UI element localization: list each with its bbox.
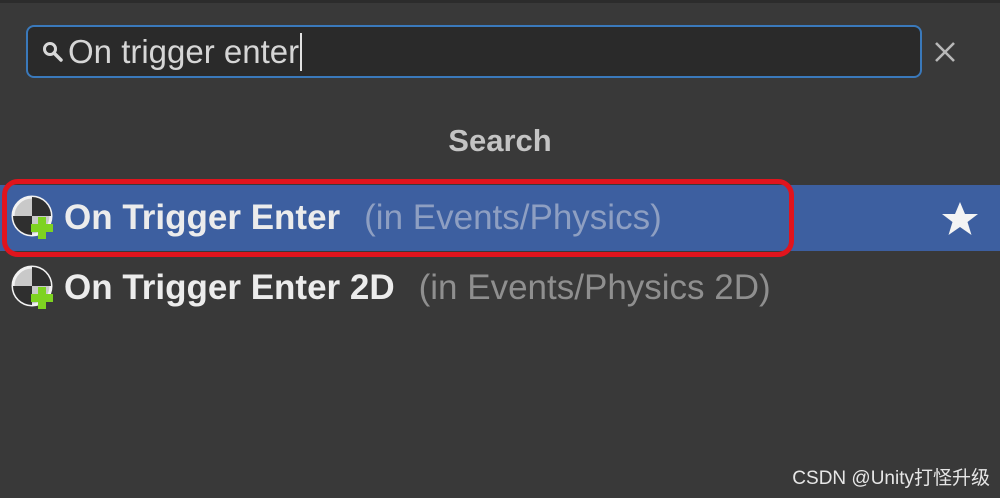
star-icon[interactable] bbox=[940, 199, 980, 239]
search-icon bbox=[40, 39, 66, 65]
result-category-path: (in Events/Physics) bbox=[364, 198, 662, 237]
search-field[interactable]: On trigger enter bbox=[26, 25, 922, 78]
result-item-on-trigger-enter-2d[interactable]: On Trigger Enter 2D (in Events/Physics 2… bbox=[0, 255, 1000, 321]
watermark: CSDN @Unity打怪升级 bbox=[792, 468, 990, 489]
event-node-add-icon bbox=[11, 265, 53, 309]
event-node-add-icon bbox=[11, 195, 53, 239]
text-cursor bbox=[300, 32, 303, 71]
result-label: On Trigger Enter 2D bbox=[64, 268, 395, 307]
section-title: Search bbox=[448, 123, 552, 158]
clear-search-button[interactable] bbox=[930, 37, 960, 67]
result-category-path: (in Events/Physics 2D) bbox=[418, 268, 771, 307]
search-panel: On trigger enter Search On Trigger Enter… bbox=[0, 0, 1000, 498]
close-icon bbox=[935, 42, 955, 62]
result-item-on-trigger-enter[interactable]: On Trigger Enter (in Events/Physics) bbox=[0, 185, 1000, 251]
result-label: On Trigger Enter bbox=[64, 198, 341, 237]
search-input-value[interactable]: On trigger enter bbox=[68, 35, 299, 68]
